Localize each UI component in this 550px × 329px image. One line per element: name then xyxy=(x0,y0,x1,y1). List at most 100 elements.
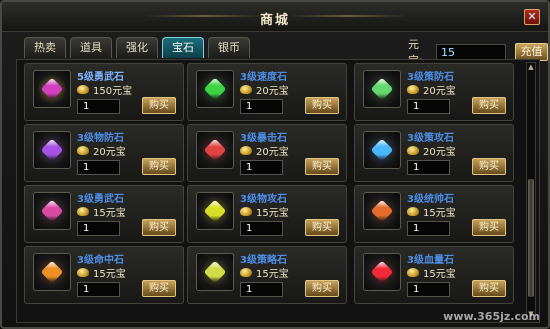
buy-button[interactable]: 购买 xyxy=(472,97,506,114)
item-price: 20元宝 xyxy=(256,147,289,158)
vertical-scrollbar[interactable]: ▲ ▼ xyxy=(526,62,536,320)
item-name: 5级勇武石 xyxy=(77,72,124,83)
gold-ingot-icon xyxy=(77,268,89,277)
buy-button[interactable]: 购买 xyxy=(142,219,176,236)
gold-ingot-icon xyxy=(240,207,252,216)
quantity-input[interactable]: 1 xyxy=(407,99,450,114)
item-price: 15元宝 xyxy=(93,269,126,280)
scroll-thumb[interactable] xyxy=(528,179,534,297)
buy-button[interactable]: 购买 xyxy=(305,97,339,114)
green-crescent-gem-icon[interactable] xyxy=(363,70,401,108)
price-row: 15元宝 xyxy=(77,204,126,219)
tab-hot[interactable]: 热卖 xyxy=(24,37,66,58)
item-price: 150元宝 xyxy=(93,86,133,97)
gold-ingot-icon xyxy=(407,268,419,277)
purple-gem-icon[interactable] xyxy=(33,70,71,108)
tab-enhance[interactable]: 强化 xyxy=(116,37,158,58)
item-card: 3级勇武石 15元宝 1 购买 xyxy=(24,185,184,243)
quantity-input[interactable]: 1 xyxy=(77,160,120,175)
quantity-input[interactable]: 1 xyxy=(407,282,450,297)
item-price: 15元宝 xyxy=(256,208,289,219)
price-row: 15元宝 xyxy=(77,265,126,280)
item-card: 3级策攻石 20元宝 1 购买 xyxy=(354,124,514,182)
item-card: 3级物防石 20元宝 1 购买 xyxy=(24,124,184,182)
item-name: 3级策略石 xyxy=(240,255,287,266)
scroll-up-icon[interactable]: ▲ xyxy=(527,63,535,72)
shop-window: 商城 ✕ 热卖 道具 强化 宝石 银币 元宝: 15 充值 5级勇武石 150元… xyxy=(0,0,550,329)
quantity-input[interactable]: 1 xyxy=(240,282,283,297)
close-icon: ✕ xyxy=(527,10,537,23)
buy-button[interactable]: 购买 xyxy=(472,219,506,236)
price-row: 150元宝 xyxy=(77,82,132,97)
green-gem-icon[interactable] xyxy=(196,70,234,108)
olive-crystal-icon[interactable] xyxy=(196,253,234,291)
ruby-gem-icon[interactable] xyxy=(363,253,401,291)
item-card: 3级策防石 20元宝 1 购买 xyxy=(354,63,514,121)
tab-items[interactable]: 道具 xyxy=(70,37,112,58)
blue-gem-icon[interactable] xyxy=(363,131,401,169)
quantity-input[interactable]: 1 xyxy=(77,221,120,236)
buy-button[interactable]: 购买 xyxy=(472,280,506,297)
violet-crystal-icon[interactable] xyxy=(33,131,71,169)
gold-ingot-icon xyxy=(240,146,252,155)
item-card: 3级物攻石 15元宝 1 购买 xyxy=(187,185,347,243)
item-card: 3级命中石 15元宝 1 购买 xyxy=(24,246,184,304)
item-name: 3级勇武石 xyxy=(77,194,124,205)
buy-button[interactable]: 购买 xyxy=(305,158,339,175)
tab-silver[interactable]: 银币 xyxy=(208,37,250,58)
yellow-green-gem-icon[interactable] xyxy=(196,192,234,230)
item-card: 5级勇武石 150元宝 1 购买 xyxy=(24,63,184,121)
price-row: 20元宝 xyxy=(407,143,456,158)
item-name: 3级血量石 xyxy=(407,255,454,266)
price-row: 15元宝 xyxy=(240,265,289,280)
buy-button[interactable]: 购买 xyxy=(142,158,176,175)
item-price: 15元宝 xyxy=(256,269,289,280)
gold-ingot-icon xyxy=(407,207,419,216)
item-price: 15元宝 xyxy=(93,208,126,219)
shop-tabs: 热卖 道具 强化 宝石 银币 xyxy=(24,37,250,59)
quantity-input[interactable]: 1 xyxy=(407,160,450,175)
price-row: 20元宝 xyxy=(77,143,126,158)
amber-gem-icon[interactable] xyxy=(33,253,71,291)
gold-ingot-icon xyxy=(77,207,89,216)
quantity-input[interactable]: 1 xyxy=(407,221,450,236)
quantity-input[interactable]: 1 xyxy=(240,221,283,236)
item-name: 3级物攻石 xyxy=(240,194,287,205)
item-card: 3级策略石 15元宝 1 购买 xyxy=(187,246,347,304)
quantity-input[interactable]: 1 xyxy=(77,282,120,297)
price-row: 20元宝 xyxy=(407,82,456,97)
watermark: www.365jz.com xyxy=(443,310,540,323)
item-name: 3级策攻石 xyxy=(407,133,454,144)
item-name: 3级速度石 xyxy=(240,72,287,83)
item-name: 3级暴击石 xyxy=(240,133,287,144)
item-name: 3级物防石 xyxy=(77,133,124,144)
quantity-input[interactable]: 1 xyxy=(240,160,283,175)
item-price: 15元宝 xyxy=(423,208,456,219)
gold-ingot-icon xyxy=(407,146,419,155)
quantity-input[interactable]: 1 xyxy=(77,99,120,114)
item-price: 15元宝 xyxy=(423,269,456,280)
window-title: 商城 xyxy=(259,13,290,28)
gold-ingot-icon xyxy=(240,268,252,277)
item-price: 20元宝 xyxy=(423,86,456,97)
pink-gem-icon[interactable] xyxy=(33,192,71,230)
buy-button[interactable]: 购买 xyxy=(142,280,176,297)
item-price: 20元宝 xyxy=(423,147,456,158)
item-card: 3级血量石 15元宝 1 购买 xyxy=(354,246,514,304)
buy-button[interactable]: 购买 xyxy=(305,280,339,297)
red-orb-icon[interactable] xyxy=(196,131,234,169)
buy-button[interactable]: 购买 xyxy=(142,97,176,114)
buy-button[interactable]: 购买 xyxy=(305,219,339,236)
buy-button[interactable]: 购买 xyxy=(472,158,506,175)
item-price: 20元宝 xyxy=(93,147,126,158)
currency-value: 15 xyxy=(435,43,506,61)
close-button[interactable]: ✕ xyxy=(524,9,540,25)
item-card: 3级统帅石 15元宝 1 购买 xyxy=(354,185,514,243)
price-row: 20元宝 xyxy=(240,143,289,158)
quantity-input[interactable]: 1 xyxy=(240,99,283,114)
item-name: 3级命中石 xyxy=(77,255,124,266)
gold-ingot-icon xyxy=(407,85,419,94)
tab-gems[interactable]: 宝石 xyxy=(162,37,204,58)
gold-ingot-icon xyxy=(77,146,89,155)
orange-shard-icon[interactable] xyxy=(363,192,401,230)
